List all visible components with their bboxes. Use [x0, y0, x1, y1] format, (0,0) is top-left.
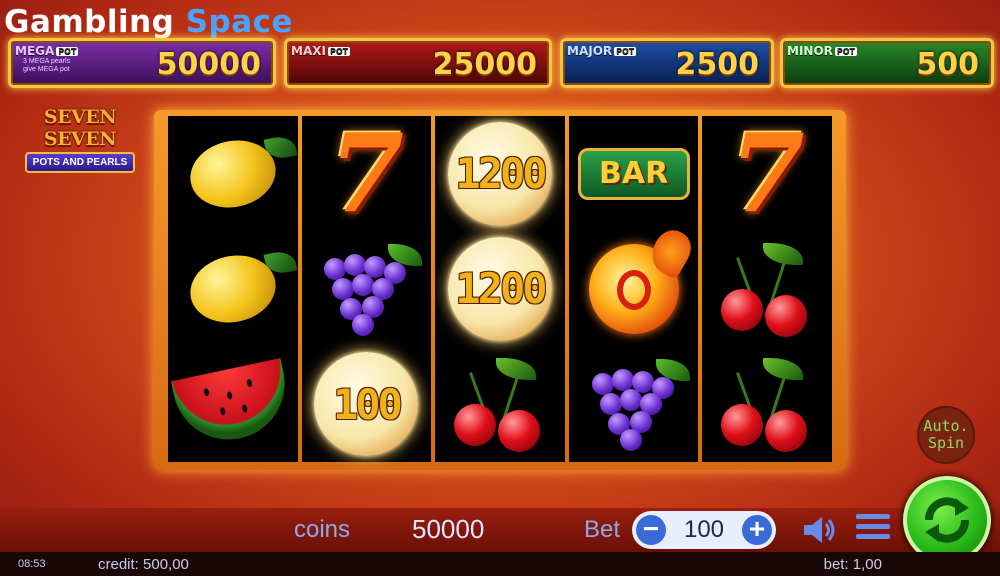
seven-icon: 7 [328, 110, 404, 237]
reel-5: 7 [702, 116, 832, 462]
minor-pot-value: 500 [916, 47, 979, 82]
seven-symbol: 7 [306, 119, 426, 229]
bar-icon: BAR [577, 147, 690, 200]
logo-text-space: Space [185, 4, 294, 40]
mega-pot-label: MEGA [15, 44, 55, 58]
lemon-symbol [173, 234, 293, 344]
minor-pot-label: MINOR [787, 44, 833, 58]
bet-increase-button[interactable]: + [742, 515, 772, 545]
reel-2: 7 100 [301, 116, 432, 462]
grapes-icon [316, 243, 423, 336]
major-pot-panel: MAJOR POT 2500 [560, 38, 774, 88]
lemon-icon [183, 247, 282, 331]
cherries-symbol [707, 234, 827, 344]
bet-display: bet: 1,00 [823, 556, 882, 573]
pearl-coin-icon: 100 [314, 352, 419, 457]
reel-1 [168, 116, 298, 462]
fireball-symbol [574, 234, 694, 344]
watermelon-icon [170, 358, 295, 451]
pearl-coin-icon: 1200 [447, 121, 552, 226]
auto-spin-label-line2: Spin [927, 434, 965, 452]
fireball-icon [588, 243, 679, 334]
auto-spin-button[interactable]: Auto. Spin [917, 406, 975, 464]
game-title-logo: SEVEN SEVEN POTS AND PEARLS [10, 106, 150, 173]
pearl-symbol: 1200 [440, 234, 560, 344]
maxi-pot-value: 25000 [432, 47, 537, 82]
grapes-symbol [574, 349, 694, 459]
reel-frame: 7 100 1200 1200 BAR 7 [154, 110, 846, 470]
logo-text-gambling: Gambling [4, 4, 175, 40]
game-title-line2: POTS AND PEARLS [24, 152, 136, 173]
pearl-value: 1200 [455, 149, 547, 199]
mega-pot-note-line1: 3 MEGA pearls [23, 58, 71, 65]
gambling-space-logo: Gambling Space [4, 4, 293, 40]
maxi-pot-panel: MAXI POT 25000 [284, 38, 552, 88]
cherries-icon [717, 356, 817, 453]
cherries-icon [450, 356, 550, 453]
mega-pot-value: 50000 [156, 47, 261, 82]
grapes-icon [584, 359, 690, 452]
pearl-value: 1200 [455, 264, 547, 314]
cherries-icon [717, 241, 817, 337]
mega-pot-panel: MEGA POT 3 MEGA pearls give MEGA pot 5000… [8, 38, 276, 88]
credit-display: credit: 500,00 [98, 556, 189, 573]
reel-4: BAR [568, 116, 699, 462]
menu-button[interactable] [856, 514, 890, 546]
pearl-symbol: 1200 [440, 119, 560, 229]
maxi-pot-label: MAXI [291, 44, 326, 58]
major-pot-suffix: POT [614, 47, 637, 56]
mega-pot-note: 3 MEGA pearls give MEGA pot [23, 58, 70, 74]
reel-3: 1200 1200 [435, 116, 565, 462]
bottom-control-bar [0, 508, 1000, 552]
sound-toggle-button[interactable] [800, 514, 838, 546]
clock-time: 08:53 [18, 558, 46, 570]
refresh-arrows-icon [925, 497, 969, 543]
coins-label: coins [294, 516, 351, 543]
lemon-icon [183, 132, 282, 215]
hamburger-icon [856, 514, 890, 519]
game-title-line1: SEVEN SEVEN [43, 106, 117, 150]
pearl-coin-icon: 1200 [447, 236, 552, 341]
bet-stepper: − 100 + [632, 511, 776, 549]
pearl-value: 100 [332, 379, 403, 429]
lemon-symbol [173, 119, 293, 229]
pearl-symbol: 100 [306, 349, 426, 459]
bar-text: BAR [598, 156, 669, 192]
minor-pot-suffix: POT [834, 47, 858, 56]
reels-area: 7 100 1200 1200 BAR 7 [168, 116, 832, 462]
cherries-symbol [440, 349, 560, 459]
spin-button[interactable] [903, 476, 991, 564]
watermelon-symbol [170, 349, 295, 459]
auto-spin-label-line1: Auto. [923, 417, 969, 435]
mega-pot-note-line2: give MEGA pot [23, 66, 70, 73]
mega-pot-suffix: POT [56, 47, 79, 56]
maxi-pot-suffix: POT [327, 47, 351, 56]
bet-decrease-button[interactable]: − [636, 515, 666, 545]
seven-icon: 7 [729, 110, 805, 237]
minor-pot-panel: MINOR POT 500 [780, 38, 994, 88]
bar-symbol: BAR [574, 119, 694, 229]
major-pot-label: MAJOR [567, 44, 613, 58]
seven-symbol: 7 [707, 119, 827, 229]
bet-value: 100 [683, 516, 725, 543]
grapes-symbol [306, 234, 426, 344]
status-strip: 08:53 credit: 500,00 bet: 1,00 [0, 552, 1000, 576]
speaker-icon [804, 517, 835, 543]
bet-label: Bet [584, 516, 621, 543]
cherries-symbol [707, 349, 827, 459]
coins-value: 50000 [412, 514, 485, 544]
major-pot-value: 2500 [675, 47, 760, 82]
